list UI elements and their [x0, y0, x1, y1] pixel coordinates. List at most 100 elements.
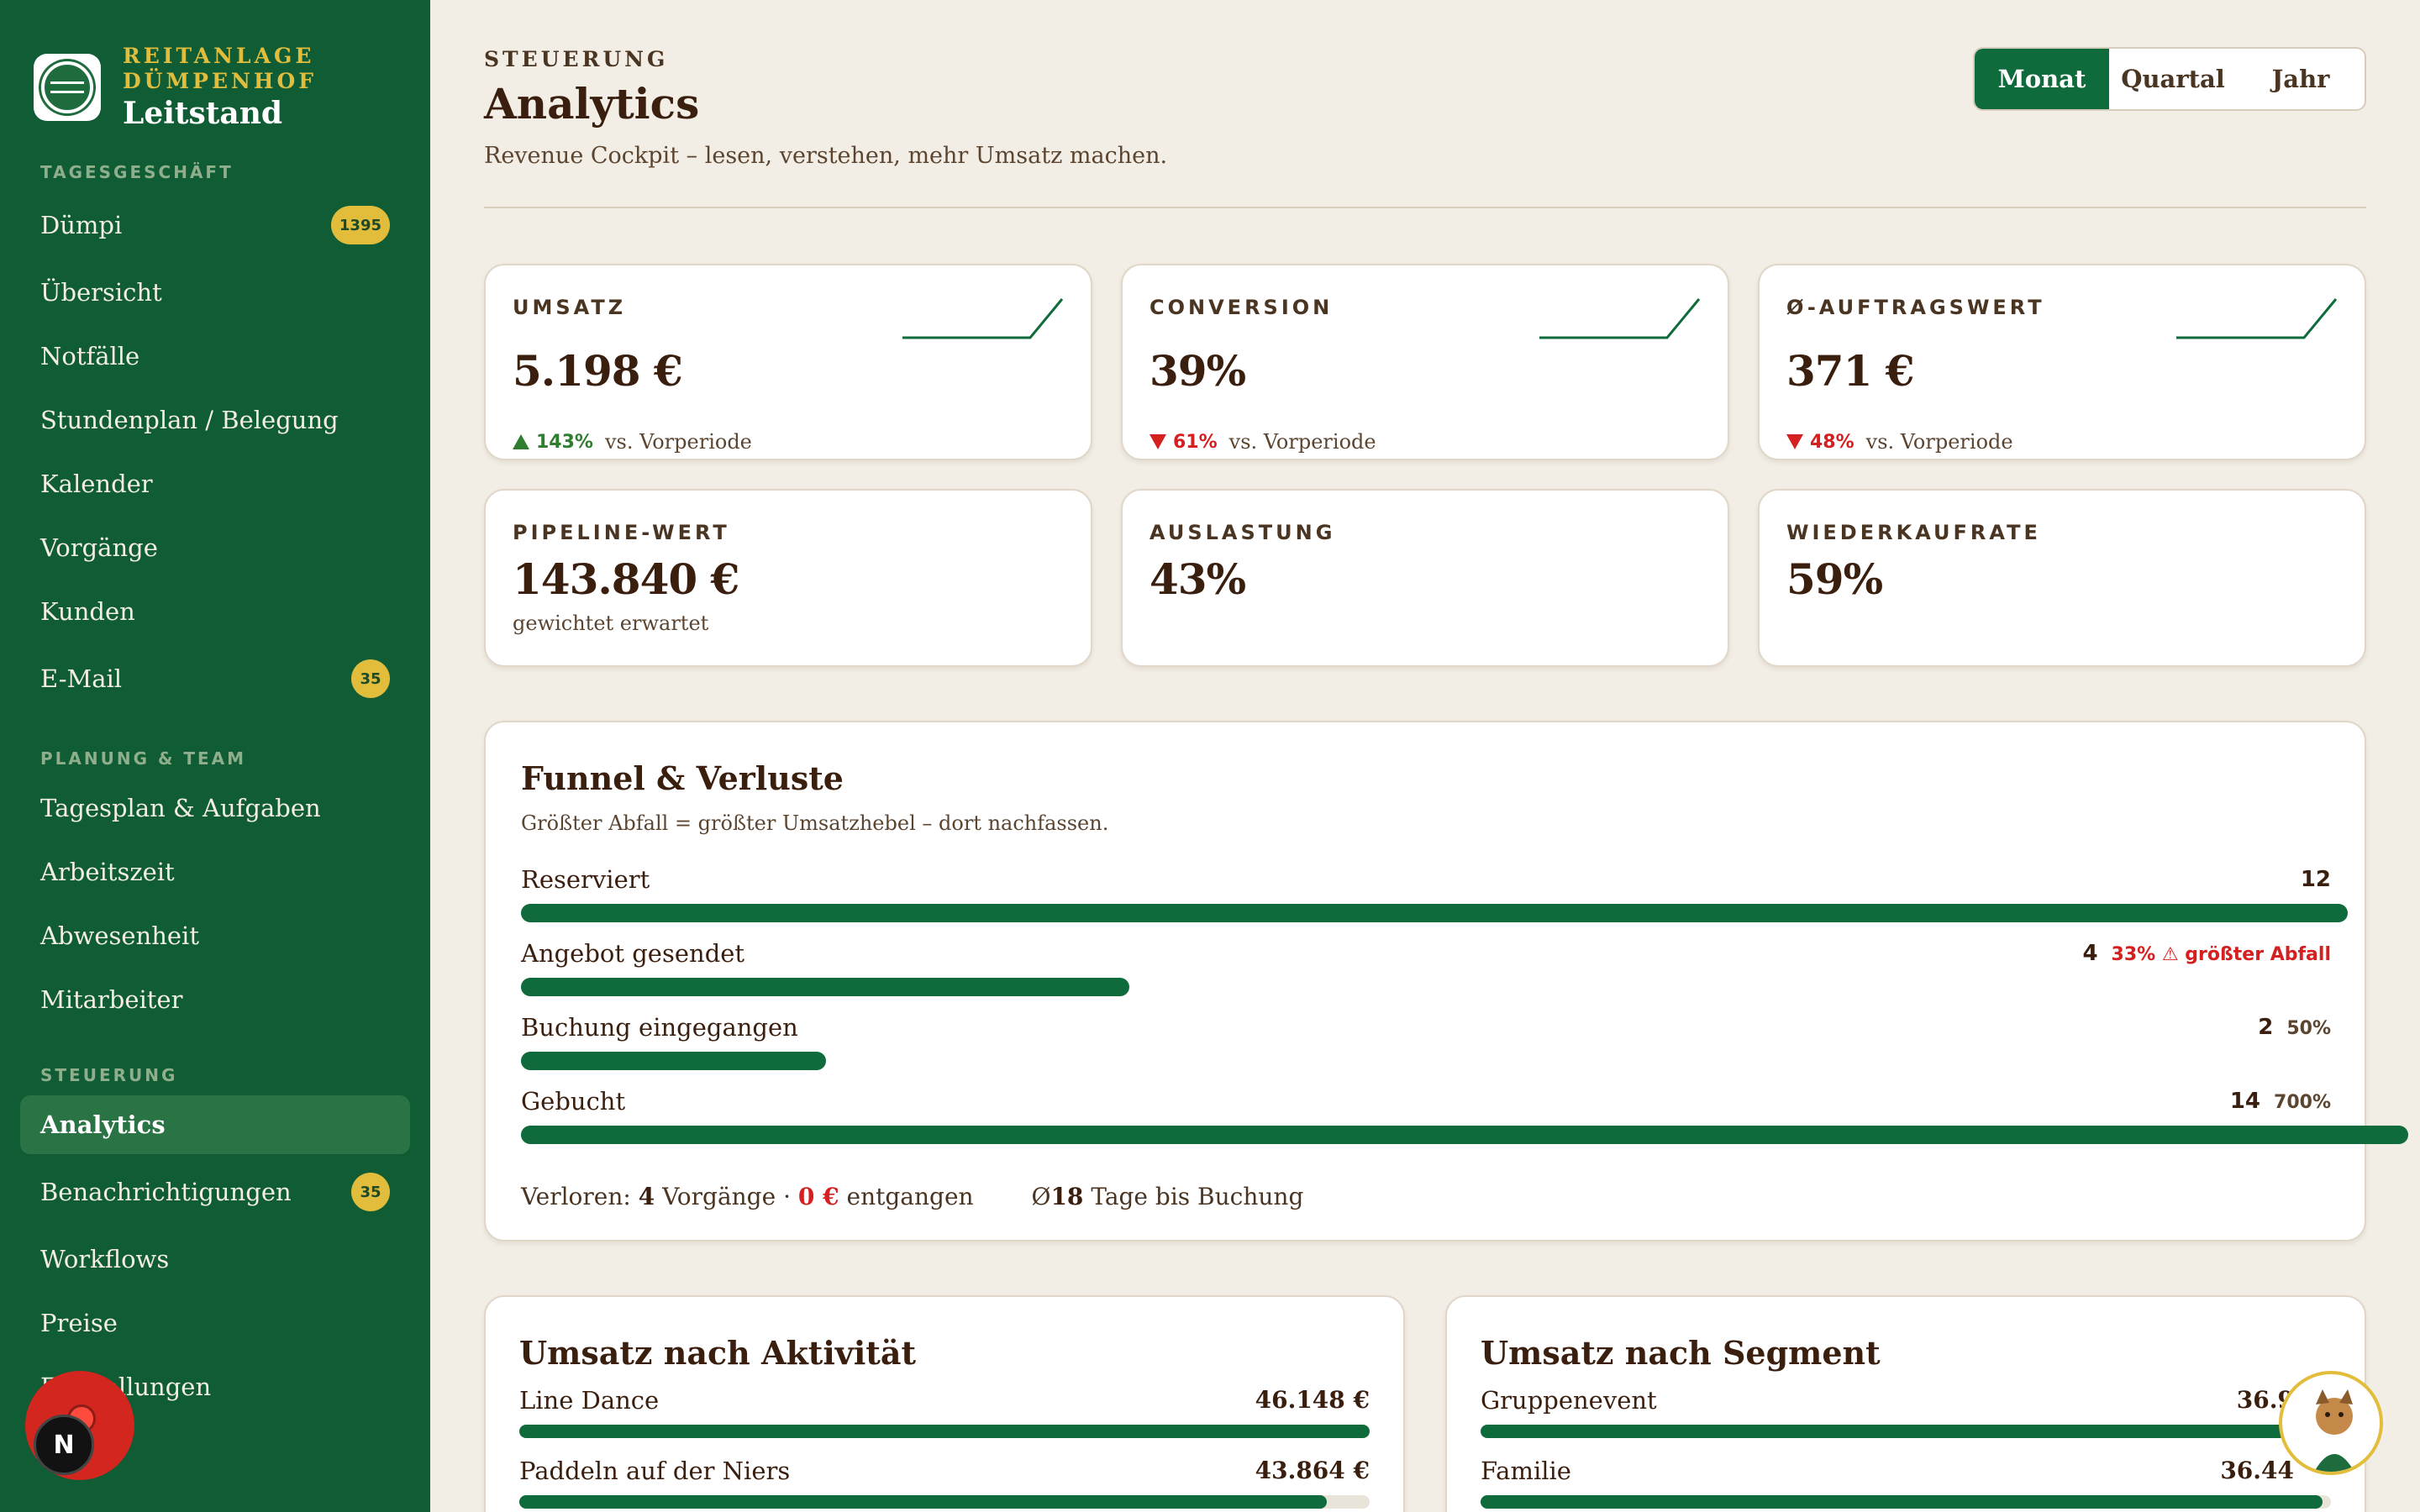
- triangle-down-icon: [1150, 434, 1166, 449]
- kpi-value: 59%: [1786, 554, 1883, 604]
- segment-bar-fill: [1481, 1495, 2323, 1509]
- segment-bar-track: [1481, 1425, 2331, 1438]
- kpi-card-pipeline[interactable]: PIPELINE-WERT 143.840 € gewichtet erwart…: [484, 489, 1092, 667]
- sidebar-item-duempi[interactable]: Dümpi 1395: [20, 196, 410, 255]
- brand-name-line1: REITANLAGE: [123, 44, 315, 68]
- triangle-up-icon: [513, 434, 529, 449]
- funnel-stage-count: 12: [2300, 867, 2331, 892]
- section-label-tagesgeschaeft: TAGESGESCHÄFT: [40, 162, 234, 182]
- lost-value: 0 €: [797, 1183, 839, 1210]
- sidebar-item-tagesplan[interactable]: Tagesplan & Aufgaben: [20, 779, 410, 837]
- activity-value: 46.148 €: [1255, 1386, 1370, 1414]
- funnel-subtitle: Größter Abfall = größter Umsatzhebel – d…: [521, 811, 1109, 835]
- sidebar-item-label: Arbeitszeit: [40, 858, 175, 886]
- period-month-button[interactable]: Monat: [1975, 49, 2109, 109]
- sidebar-item-vorgaenge[interactable]: Vorgänge: [20, 518, 410, 577]
- activity-bar-track: [519, 1495, 1370, 1509]
- segment-label: Familie: [1481, 1457, 1571, 1485]
- sidebar-item-benachrichtigungen[interactable]: Benachrichtigungen 35: [20, 1163, 410, 1221]
- kpi-value: 39%: [1150, 346, 1246, 396]
- count-badge: 35: [351, 1173, 390, 1211]
- funnel-stage-stats: 12: [2301, 867, 2331, 892]
- sidebar-item-label: Abwesenheit: [40, 921, 199, 950]
- kpi-value: 371 €: [1786, 346, 1915, 396]
- sidebar-item-abwesenheit[interactable]: Abwesenheit: [20, 906, 410, 965]
- kpi-card-conversion[interactable]: CONVERSION 39% 61% vs. Vorperiode: [1121, 264, 1729, 460]
- days-suffix: Tage bis Buchung: [1091, 1183, 1304, 1210]
- funnel-stage-label: Gebucht: [521, 1087, 626, 1116]
- kpi-card-auslastung[interactable]: AUSLASTUNG 43%: [1121, 489, 1729, 667]
- activity-value: 43.864 €: [1255, 1457, 1370, 1484]
- sidebar-item-analytics[interactable]: Analytics: [20, 1095, 410, 1154]
- sparkline-icon: [1539, 298, 1701, 339]
- funnel-stage-count: 14: [2229, 1089, 2261, 1114]
- period-quarter-button[interactable]: Quartal: [2109, 49, 2237, 109]
- kpi-label: WIEDERKAUFRATE: [1786, 521, 2041, 544]
- section-title: Umsatz nach Segment: [1481, 1334, 1881, 1372]
- lost-count: 4: [638, 1183, 655, 1210]
- assistant-fab[interactable]: N: [25, 1371, 134, 1480]
- delta-value: 48%: [1810, 431, 1854, 453]
- kpi-card-wiederkauf[interactable]: WIEDERKAUFRATE 59%: [1758, 489, 2366, 667]
- delta-reference: vs. Vorperiode: [1865, 430, 2013, 454]
- funnel-stage-percent: 50%: [2286, 1018, 2331, 1039]
- period-switch: Monat Quartal Jahr: [1973, 47, 2366, 111]
- sidebar-item-label: Analytics: [40, 1110, 166, 1139]
- sidebar-item-mitarbeiter[interactable]: Mitarbeiter: [20, 970, 410, 1029]
- sidebar-item-label: Preise: [40, 1309, 118, 1337]
- sidebar-item-label: Vorgänge: [40, 533, 158, 562]
- kpi-delta: 61% vs. Vorperiode: [1150, 430, 1376, 454]
- section-label-steuerung: STEUERUNG: [40, 1065, 178, 1085]
- days-value: 18: [1050, 1183, 1084, 1210]
- sidebar-item-kalender[interactable]: Kalender: [20, 454, 410, 513]
- triangle-down-icon: [1786, 434, 1803, 449]
- segment-label: Gruppenevent: [1481, 1386, 1657, 1415]
- activity-label: Paddeln auf der Niers: [519, 1457, 791, 1485]
- sidebar-item-label: Kalender: [40, 470, 153, 498]
- funnel-bar: [521, 978, 1129, 996]
- period-year-button[interactable]: Jahr: [2237, 49, 2365, 109]
- funnel-stage-stats: 2 50%: [2258, 1015, 2331, 1040]
- kpi-card-aov[interactable]: Ø-AUFTRAGSWERT 371 € 48% vs. Vorperiode: [1758, 264, 2366, 460]
- sidebar-item-label: Stundenplan / Belegung: [40, 406, 339, 434]
- activity-bar-fill: [519, 1425, 1370, 1438]
- funnel-bar: [521, 1052, 827, 1070]
- segment-bar-track: [1481, 1495, 2331, 1509]
- sidebar-item-label: Übersicht: [40, 278, 162, 307]
- kpi-note: gewichtet erwartet: [513, 612, 709, 635]
- sidebar-item-preise[interactable]: Preise: [20, 1294, 410, 1352]
- sparkline-icon: [902, 298, 1064, 339]
- activity-label: Line Dance: [519, 1386, 660, 1415]
- revenue-by-segment-card: Umsatz nach Segment Gruppenevent 36.9 Fa…: [1445, 1295, 2366, 1512]
- sidebar-item-arbeitszeit[interactable]: Arbeitszeit: [20, 843, 410, 901]
- kpi-label: PIPELINE-WERT: [513, 521, 730, 544]
- page-eyebrow: STEUERUNG: [484, 47, 669, 71]
- kpi-card-umsatz[interactable]: UMSATZ 5.198 € 143% vs. Vorperiode: [484, 264, 1092, 460]
- kpi-value: 143.840 €: [513, 554, 739, 604]
- sidebar: REITANLAGE DÜMPENHOF Leitstand TAGESGESC…: [0, 0, 430, 1512]
- brand[interactable]: REITANLAGE DÜMPENHOF Leitstand: [34, 44, 317, 131]
- activity-bar-track: [519, 1425, 1370, 1438]
- sidebar-item-label: Kunden: [40, 597, 135, 626]
- kpi-value: 43%: [1150, 554, 1246, 604]
- sidebar-item-label: Workflows: [40, 1245, 170, 1273]
- kpi-label: CONVERSION: [1150, 296, 1334, 319]
- sidebar-item-notfaelle[interactable]: Notfälle: [20, 327, 410, 386]
- page-subtitle: Revenue Cockpit – lesen, verstehen, mehr…: [484, 143, 1168, 169]
- section-label-planung: PLANUNG & TEAM: [40, 748, 247, 769]
- sidebar-item-email[interactable]: E-Mail 35: [20, 649, 410, 708]
- sidebar-item-workflows[interactable]: Workflows: [20, 1230, 410, 1289]
- funnel-stage-label: Angebot gesendet: [521, 939, 745, 968]
- sidebar-item-uebersicht[interactable]: Übersicht: [20, 263, 410, 322]
- count-badge: 35: [351, 659, 390, 698]
- kpi-label: Ø-AUFTRAGSWERT: [1786, 296, 2045, 319]
- delta-reference: vs. Vorperiode: [604, 430, 752, 454]
- header-divider: [484, 207, 2366, 208]
- mascot-icon[interactable]: [2279, 1371, 2383, 1475]
- sidebar-item-stundenplan[interactable]: Stundenplan / Belegung: [20, 391, 410, 449]
- assistant-icon: N: [34, 1415, 94, 1475]
- kpi-value: 5.198 €: [513, 346, 683, 396]
- lost-suffix: entgangen: [846, 1183, 974, 1210]
- delta-reference: vs. Vorperiode: [1228, 430, 1376, 454]
- sidebar-item-kunden[interactable]: Kunden: [20, 582, 410, 641]
